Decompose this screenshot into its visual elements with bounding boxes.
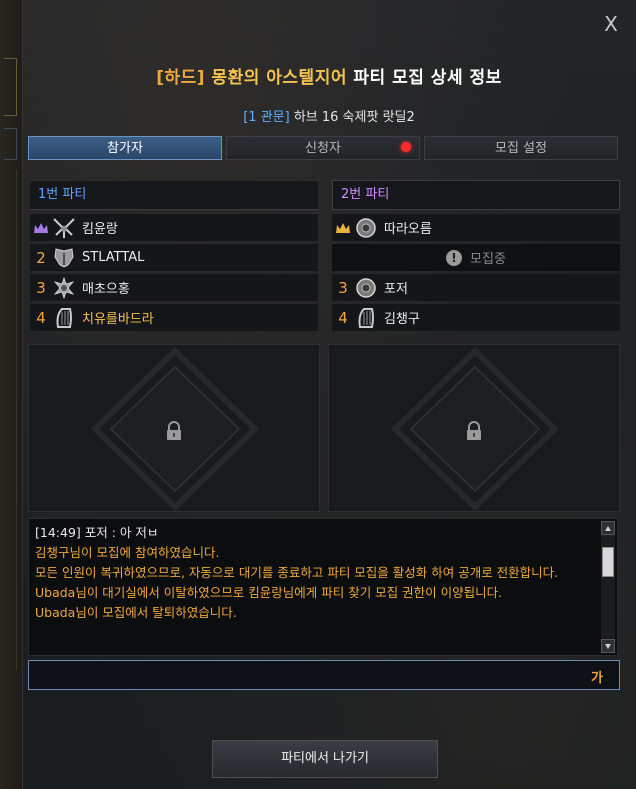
leave-party-button[interactable]: 파티에서 나가기 <box>212 740 438 778</box>
locked-party-slot <box>328 344 620 512</box>
dungeon-name: 몽환의 아스텔지어 <box>211 68 347 88</box>
scroll-thumb[interactable] <box>602 547 614 577</box>
blade-class-icon <box>52 217 76 239</box>
tab-participants[interactable]: 참가자 <box>28 136 222 160</box>
chat-input-box[interactable]: 가 <box>28 660 620 690</box>
side-panel-frame-lower <box>4 170 17 670</box>
leader-crown-icon <box>30 222 52 234</box>
party-member-slot[interactable]: 4 김챙구 <box>332 304 620 331</box>
shield-class-icon <box>354 277 378 299</box>
slot-number: 4 <box>338 308 348 327</box>
party-panel-1: 1번 파티 킴윤랑 2 STLATTAL 3 매초으홍 4 치유를바드라 <box>30 180 318 334</box>
wings-class-icon <box>52 247 76 269</box>
leader-crown-icon <box>332 222 354 234</box>
lock-icon <box>165 421 183 445</box>
locked-party-slot <box>28 344 320 512</box>
chat-system-message: 모든 인원이 복귀하였으므로, 자동으로 대기를 종료하고 파티 모집을 활성화… <box>35 565 559 580</box>
side-panel-frame-middle <box>4 128 17 160</box>
exclamation-icon: ! <box>446 249 463 266</box>
slot-number: 2 <box>36 248 46 267</box>
tab-label: 참가자 <box>107 141 143 156</box>
recruit-subtitle: [1 관문] 하브 16 숙제팟 랏딜2 <box>22 106 636 125</box>
scroll-down-arrow-icon[interactable] <box>601 639 615 653</box>
dialog-title: [하드] 몽환의 아스텔지어 파티 모집 상세 정보 <box>22 63 636 88</box>
side-panel-frame-upper <box>4 58 17 116</box>
chat-system-message: 김챙구님이 모집에 참여하였습니다. <box>35 545 220 560</box>
slot-number: 3 <box>338 278 348 297</box>
ime-korean-indicator[interactable]: 가 <box>591 667 603 686</box>
chat-scrollbar[interactable] <box>601 521 615 653</box>
chat-lines: [14:49] 포저 : 아 저ㅂ 김챙구님이 모집에 참여하였습니다. 모든 … <box>35 523 601 623</box>
member-name: 치유를바드라 <box>82 312 154 327</box>
tab-applicants[interactable]: 신청자 <box>226 136 420 160</box>
party-header: 1번 파티 <box>30 180 318 210</box>
chat-system-message: Ubada님이 대기실에서 이탈하였으므로 킴윤랑님에게 파티 찾기 모집 권한… <box>35 585 503 600</box>
party-member-slot[interactable]: 3 매초으홍 <box>30 274 318 301</box>
recruiting-label: 모집중 <box>470 252 506 267</box>
spiked-class-icon <box>52 276 76 299</box>
member-name: 따라오름 <box>384 222 432 237</box>
difficulty-label: [하드] <box>156 68 206 88</box>
chat-system-message: Ubada님이 모집에서 탈퇴하였습니다. <box>35 605 237 620</box>
title-text: 파티 모집 상세 정보 <box>353 68 502 88</box>
recruiting-slot[interactable]: ! 모집중 <box>332 244 620 271</box>
gate-tag: [1 관문] <box>243 110 290 125</box>
tab-label: 신청자 <box>305 141 341 156</box>
party-header: 2번 파티 <box>332 180 620 210</box>
tab-label: 모집 설정 <box>495 141 547 156</box>
slot-number: 3 <box>36 278 46 297</box>
notification-dot-icon <box>401 142 411 152</box>
party-panel-2: 2번 파티 따라오름 ! 모집중 3 포저 4 김챙구 <box>332 180 620 334</box>
left-side-panel-edge <box>0 0 23 789</box>
close-button[interactable]: X <box>600 12 622 36</box>
party-member-slot[interactable]: 4 치유를바드라 <box>30 304 318 331</box>
tab-recruit-settings[interactable]: 모집 설정 <box>424 136 618 160</box>
member-name: STLATTAL <box>82 250 145 265</box>
member-name: 킴윤랑 <box>82 222 118 237</box>
shield-class-icon <box>354 217 378 239</box>
member-name: 김챙구 <box>384 312 420 327</box>
member-name: 포저 <box>384 282 408 297</box>
recruit-description: 하브 16 숙제팟 랏딜2 <box>293 110 415 125</box>
harp-class-icon <box>52 307 76 329</box>
chat-log[interactable]: [14:49] 포저 : 아 저ㅂ 김챙구님이 모집에 참여하였습니다. 모든 … <box>28 518 618 656</box>
tab-bar: 참가자 신청자 모집 설정 <box>28 136 618 160</box>
scroll-up-arrow-icon[interactable] <box>601 521 615 535</box>
party-member-slot[interactable]: 따라오름 <box>332 214 620 241</box>
chat-input[interactable] <box>35 665 579 687</box>
party-member-slot[interactable]: 3 포저 <box>332 274 620 301</box>
party-member-slot[interactable]: 킴윤랑 <box>30 214 318 241</box>
lock-icon <box>465 421 483 445</box>
harp-class-icon <box>354 307 378 329</box>
slot-number: 4 <box>36 308 46 327</box>
member-name: 매초으홍 <box>82 282 130 297</box>
chat-message: [14:49] 포저 : 아 저ㅂ <box>35 525 159 540</box>
party-member-slot[interactable]: 2 STLATTAL <box>30 244 318 271</box>
